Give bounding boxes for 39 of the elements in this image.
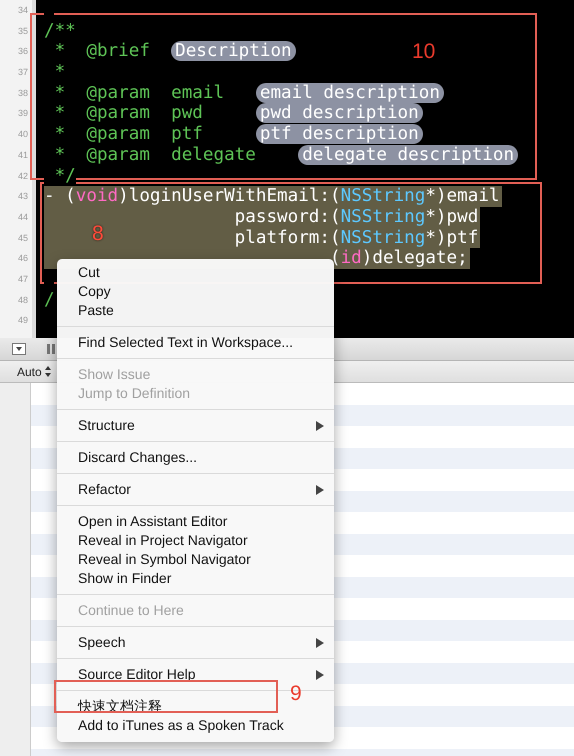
line-number: 43 <box>16 190 29 204</box>
menu-item[interactable]: Reveal in Symbol Navigator <box>57 550 334 569</box>
submenu-arrow-icon <box>316 638 324 648</box>
line-number: 41 <box>16 148 29 162</box>
menu-item[interactable]: Show in Finder <box>57 569 334 588</box>
submenu-arrow-icon <box>316 484 324 494</box>
menu-item[interactable]: Structure <box>57 416 334 435</box>
menu-item[interactable]: Source Editor Help <box>57 665 334 684</box>
menu-item[interactable]: Copy <box>57 282 334 301</box>
menu-item[interactable]: Open in Assistant Editor <box>57 512 334 531</box>
stepper-arrows-icon <box>44 366 51 377</box>
submenu-arrow-icon <box>316 420 324 430</box>
line-number: 42 <box>16 170 29 182</box>
menu-item[interactable]: Speech <box>57 633 334 652</box>
scope-selector[interactable]: Auto <box>0 364 51 378</box>
line-number: 34 <box>16 4 29 17</box>
line-number: 49 <box>16 314 29 328</box>
line-number: 48 <box>16 294 29 307</box>
menu-item[interactable]: Reveal in Project Navigator <box>57 531 334 550</box>
submenu-arrow-icon <box>316 670 324 680</box>
menu-item[interactable]: Find Selected Text in Workspace... <box>57 333 334 352</box>
line-number: 38 <box>16 86 29 100</box>
menu-item[interactable]: Discard Changes... <box>57 448 334 467</box>
annotation-number: 9 <box>290 682 302 706</box>
menu-item[interactable]: Add to iTunes as a Spoken Track <box>57 716 334 735</box>
line-number: 46 <box>16 252 29 266</box>
line-number: 40 <box>16 128 29 142</box>
line-number: 45 <box>16 232 29 245</box>
line-number: 37 <box>16 66 29 80</box>
line-number: 39 <box>16 107 29 120</box>
menu-item[interactable]: Paste <box>57 301 334 320</box>
line-number: 47 <box>16 272 29 286</box>
menu-item[interactable]: Refactor <box>57 480 334 499</box>
line-number: 44 <box>16 210 29 224</box>
line-number: 35 <box>16 24 29 38</box>
dropdown-toggle-icon[interactable] <box>12 343 26 355</box>
pause-icon[interactable] <box>47 344 55 354</box>
line-number: 36 <box>16 45 29 58</box>
annotation-number: 10 <box>412 40 436 64</box>
